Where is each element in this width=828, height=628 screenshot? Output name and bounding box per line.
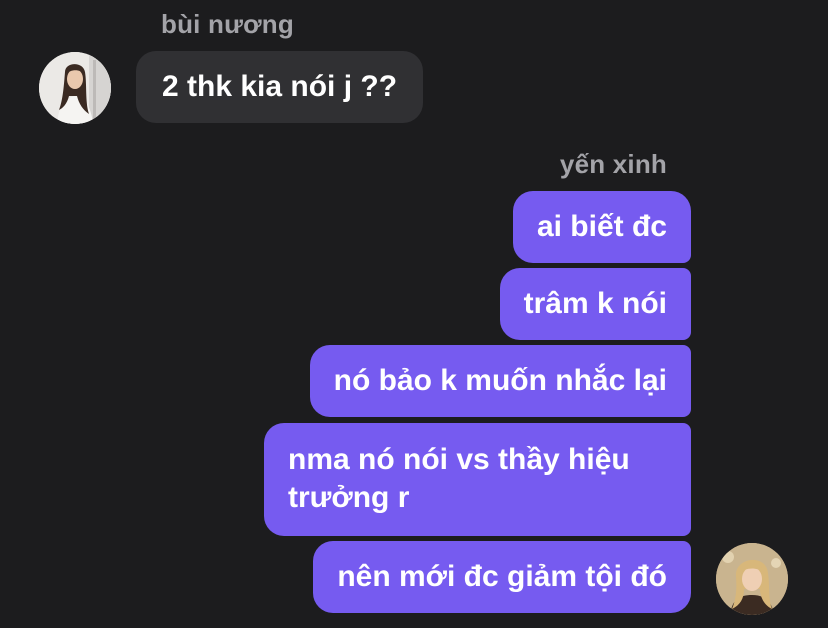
- message-bubble-incoming[interactable]: 2 thk kia nói j ??: [136, 51, 424, 123]
- sender-name-incoming: bùi nương: [161, 9, 294, 39]
- message-bubble-outgoing[interactable]: nên mới đc giảm tội đó: [313, 541, 691, 613]
- sender-name-outgoing: yến xinh: [559, 149, 667, 179]
- avatar-outgoing[interactable]: [716, 543, 788, 615]
- message-bubble-outgoing[interactable]: nma nó nói vs thầy hiệu trưởng r: [264, 423, 691, 536]
- profile-photo-woman-blonde-hair-icon: [716, 543, 788, 615]
- message-bubble-outgoing[interactable]: nó bảo k muốn nhắc lại: [309, 345, 691, 417]
- message-bubble-outgoing[interactable]: ai biết đc: [512, 191, 691, 263]
- profile-photo-woman-long-dark-hair-icon: [39, 52, 111, 124]
- avatar-incoming[interactable]: [39, 52, 111, 124]
- message-bubble-outgoing[interactable]: trâm k nói: [499, 268, 691, 340]
